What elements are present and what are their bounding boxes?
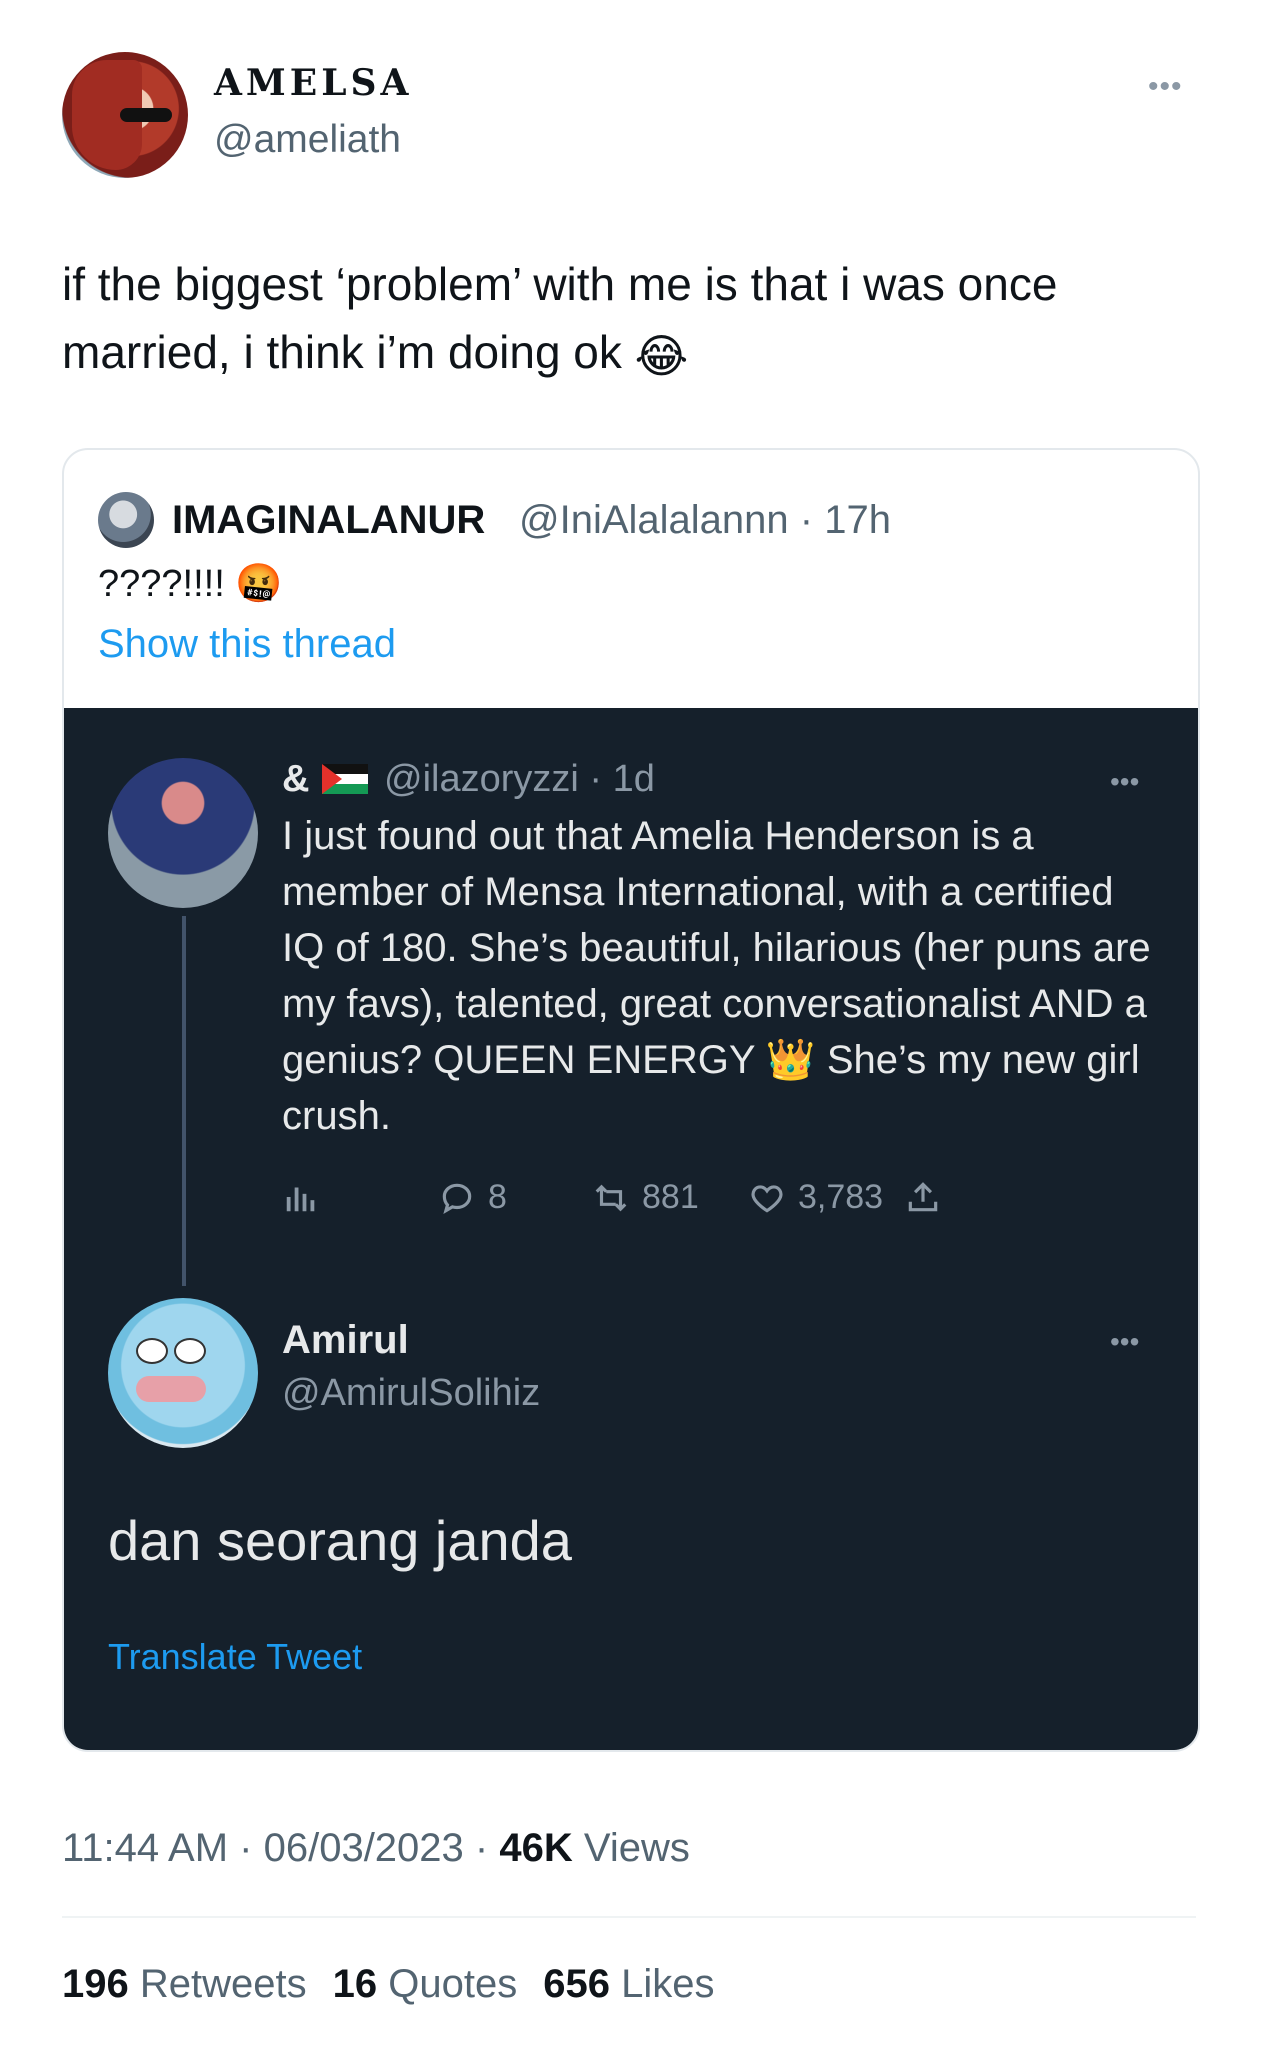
quoted-author-avatar xyxy=(98,492,154,548)
reply2-more-icon: ••• xyxy=(1110,1326,1140,1357)
reply1-handle: @ilazoryzzi · 1d xyxy=(384,758,655,800)
reply1-text: I just found out that Amelia Henderson i… xyxy=(282,808,1162,1144)
views-label: Views xyxy=(583,1826,690,1870)
tweet-text-body: if the biggest ‘problem’ with me is that… xyxy=(62,258,1058,378)
thread-connector-line xyxy=(182,916,186,1286)
quoted-tweet-text: ????!!!! 🤬 xyxy=(98,562,283,606)
reply-count-value: 8 xyxy=(488,1178,507,1216)
reply2-name: Amirul xyxy=(282,1318,409,1362)
tweet-text: if the biggest ‘problem’ with me is that… xyxy=(62,250,1222,390)
author-avatar[interactable] xyxy=(62,52,188,178)
reply2-handle: @AmirulSolihiz xyxy=(282,1372,541,1414)
retweet-count-value: 881 xyxy=(642,1178,699,1216)
likes-count: 656 xyxy=(543,1962,610,2006)
reply1-name: & xyxy=(282,758,310,800)
like-count: 3,783 xyxy=(748,1178,883,1217)
likes-stat[interactable]: 656 Likes xyxy=(543,1962,714,2007)
more-options-icon[interactable]: ••• xyxy=(1148,70,1183,104)
tweet-date: 06/03/2023 xyxy=(263,1826,464,1870)
retweets-label: Retweets xyxy=(139,1962,307,2006)
laughing-emoji-icon: 😂 xyxy=(634,329,689,382)
quoted-text-body: ????!!!! xyxy=(98,563,225,605)
reply-count: 8 xyxy=(438,1178,507,1217)
quoted-author-handle: @IniAlalalannn · 17h xyxy=(519,498,891,542)
share-icon xyxy=(904,1178,942,1216)
tweet-time: 11:44 AM xyxy=(62,1826,229,1870)
reply2-text: dan seorang janda xyxy=(108,1509,572,1572)
tweet-timestamp[interactable]: 11:44 AM · 06/03/2023 · 46K Views xyxy=(62,1826,690,1871)
heart-icon xyxy=(751,1184,783,1213)
show-thread-link[interactable]: Show this thread xyxy=(98,622,396,667)
reply1-avatar xyxy=(108,758,258,908)
palestine-flag-icon xyxy=(322,764,368,794)
retweets-stat[interactable]: 196 Retweets xyxy=(62,1962,307,2007)
retweet-count: 881 xyxy=(592,1178,699,1217)
author-handle[interactable]: @ameliath xyxy=(214,118,401,162)
quotes-count: 16 xyxy=(332,1962,378,2006)
like-count-value: 3,783 xyxy=(798,1178,884,1216)
quoted-tweet-card[interactable]: IMAGINALANUR @IniAlalalannn · 17h ????!!… xyxy=(62,448,1200,1752)
retweet-icon xyxy=(595,1184,627,1211)
engagement-stats: 196 Retweets 16 Quotes 656 Likes xyxy=(62,1962,714,2007)
translate-tweet-link: Translate Tweet xyxy=(108,1636,363,1677)
reply1-action-bar: 8 881 3,783 xyxy=(282,1178,1162,1228)
quotes-stat[interactable]: 16 Quotes xyxy=(333,1962,518,2007)
reply-icon xyxy=(442,1183,472,1214)
likes-label: Likes xyxy=(621,1962,715,2006)
author-display-name[interactable]: AMELSA xyxy=(214,62,412,104)
reply1-more-icon: ••• xyxy=(1110,766,1140,797)
crown-emoji-icon: 👑 xyxy=(765,1038,816,1082)
retweets-count: 196 xyxy=(62,1962,129,2006)
embedded-screenshot: & @ilazoryzzi · 1d ••• I just found out … xyxy=(64,708,1198,1750)
angry-emoji-icon: 🤬 xyxy=(235,563,283,605)
reply2-avatar xyxy=(108,1298,258,1448)
views-count: 46K xyxy=(499,1826,573,1870)
analytics-icon xyxy=(282,1178,320,1216)
quoted-author-name: IMAGINALANUR xyxy=(172,498,486,542)
quotes-label: Quotes xyxy=(388,1962,518,2006)
divider xyxy=(62,1916,1196,1918)
